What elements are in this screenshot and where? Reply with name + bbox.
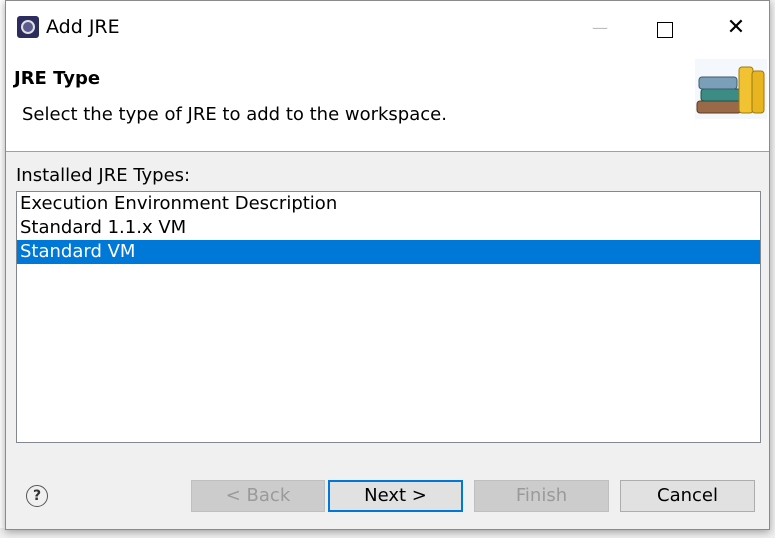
help-icon[interactable]: ? (26, 485, 48, 507)
jre-types-list[interactable]: Execution Environment Description Standa… (16, 191, 761, 443)
installed-jre-types-label: Installed JRE Types: (16, 165, 191, 186)
next-button[interactable]: Next > (328, 480, 463, 512)
list-item-standard-vm[interactable]: Standard VM (17, 240, 760, 264)
cancel-button[interactable]: Cancel (620, 480, 755, 512)
finish-button[interactable]: Finish (474, 480, 609, 512)
title-bar: Add JRE — ✕ (6, 1, 769, 55)
maximize-icon[interactable] (643, 11, 687, 45)
books-icon (695, 59, 767, 119)
add-jre-dialog: Add JRE — ✕ JRE Type Select the type of … (5, 0, 770, 530)
back-button[interactable]: < Back (191, 480, 325, 512)
close-icon[interactable]: ✕ (714, 11, 758, 45)
list-item-standard-1-1-x-vm[interactable]: Standard 1.1.x VM (17, 216, 760, 240)
wizard-header: JRE Type Select the type of JRE to add t… (6, 55, 769, 152)
eclipse-icon (17, 16, 39, 38)
page-title: JRE Type (14, 68, 101, 89)
minimize-icon[interactable]: — (578, 11, 622, 45)
list-item-execution-environment[interactable]: Execution Environment Description (17, 192, 760, 216)
window-title: Add JRE (46, 16, 120, 38)
page-description: Select the type of JRE to add to the wor… (22, 104, 447, 125)
